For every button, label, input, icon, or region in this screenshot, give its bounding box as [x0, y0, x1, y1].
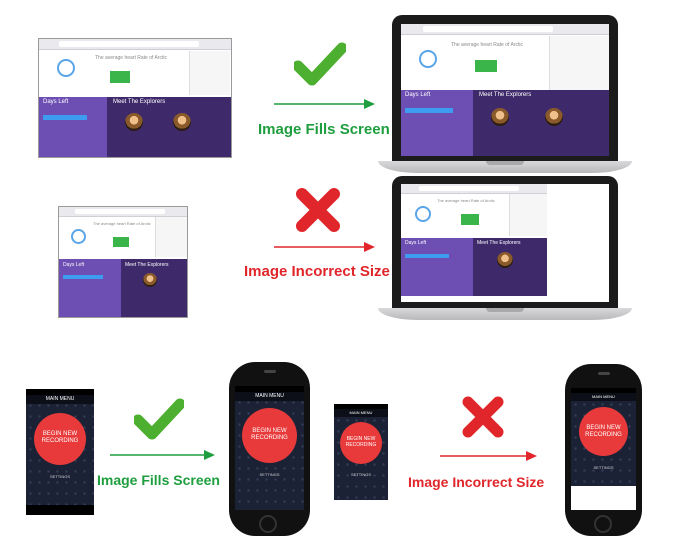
explorer-avatar	[497, 252, 513, 268]
caption-image-incorrect-size: Image Incorrect Size	[244, 263, 390, 280]
begin-recording-line2: RECORDING	[585, 432, 622, 438]
laptop-screen-incorrect: The average heart Rate of Arctic Days Le…	[401, 184, 547, 296]
arrow-right-icon	[274, 242, 375, 252]
explorer-avatar	[545, 108, 563, 126]
days-left-label: Days Left	[63, 262, 85, 268]
explorer-avatar	[491, 108, 509, 126]
explorers-label: Meet The Explorers	[113, 99, 166, 105]
web-screenshot-source-correct: The average heart Rate of Arctic Days Le…	[38, 38, 232, 158]
settings-label[interactable]: SETTINGS	[235, 472, 304, 477]
settings-label[interactable]: SETTINGS	[26, 474, 94, 479]
begin-recording-line1: BEGIN NEW	[586, 425, 621, 431]
explorers-label: Meet The Explorers	[477, 240, 521, 246]
web-headline: The average heart Rate of Arctic	[93, 221, 151, 226]
begin-recording-line2: RECORDING	[345, 442, 377, 448]
check-icon	[294, 42, 346, 86]
main-menu-label: MAIN MENU	[45, 396, 75, 402]
laptop-screen-correct: The average heart Rate of Arctic Days Le…	[401, 24, 609, 156]
home-button[interactable]	[594, 515, 612, 533]
caption-phone-image-incorrect-size: Image Incorrect Size	[408, 474, 545, 490]
web-screenshot-source-incorrect: The average heart Rate of Arctic Days Le…	[58, 206, 188, 318]
begin-recording-line2: RECORDING	[41, 438, 79, 444]
explorer-avatar	[143, 273, 157, 287]
days-left-label: Days Left	[405, 92, 431, 98]
cross-icon	[296, 188, 340, 232]
main-menu-label: MAIN MENU	[349, 410, 373, 415]
phone-screenshot-source-correct: MAIN MENU BEGIN NEW RECORDING SETTINGS	[26, 389, 94, 515]
caption-phone-image-fills-screen: Image Fills Screen	[97, 472, 220, 488]
days-left-label: Days Left	[43, 99, 69, 105]
explorers-label: Meet The Explorers	[125, 262, 169, 268]
web-green-button[interactable]	[113, 237, 129, 247]
check-icon	[134, 398, 184, 440]
settings-label[interactable]: SETTINGS	[571, 465, 636, 470]
phone-correct: MAIN MENU BEGIN NEW RECORDING SETTINGS	[229, 362, 310, 536]
days-left-label: Days Left	[405, 240, 427, 246]
explorer-avatar	[173, 113, 191, 131]
web-green-button[interactable]	[461, 214, 479, 225]
caption-image-fills-screen: Image Fills Screen	[258, 121, 390, 138]
begin-recording-line1: BEGIN NEW	[252, 428, 287, 434]
web-green-button[interactable]	[475, 60, 497, 72]
phone-incorrect: MAIN MENU BEGIN NEW RECORDING SETTINGS	[565, 364, 642, 536]
arrow-right-icon	[274, 99, 375, 109]
arrow-right-icon	[110, 450, 215, 460]
web-headline: The average heart Rate of Arctic	[437, 198, 495, 203]
main-menu-label: MAIN MENU	[592, 394, 615, 399]
web-green-button[interactable]	[110, 71, 130, 83]
phone-screenshot-source-incorrect: MAIN MENU BEGIN NEW RECORDING SETTINGS	[334, 404, 388, 500]
home-button[interactable]	[259, 515, 277, 533]
begin-recording-line1: BEGIN NEW	[42, 431, 78, 437]
cross-icon	[462, 396, 504, 438]
web-headline: The average heart Rate of Arctic	[451, 42, 523, 48]
arrow-right-icon	[440, 451, 537, 461]
explorers-label: Meet The Explorers	[479, 92, 532, 98]
begin-recording-line2: RECORDING	[251, 435, 288, 441]
web-headline: The average heart Rate of Arctic	[95, 55, 167, 61]
explorer-avatar	[125, 113, 143, 131]
settings-label[interactable]: SETTINGS	[334, 472, 388, 477]
main-menu-label: MAIN MENU	[255, 393, 284, 399]
